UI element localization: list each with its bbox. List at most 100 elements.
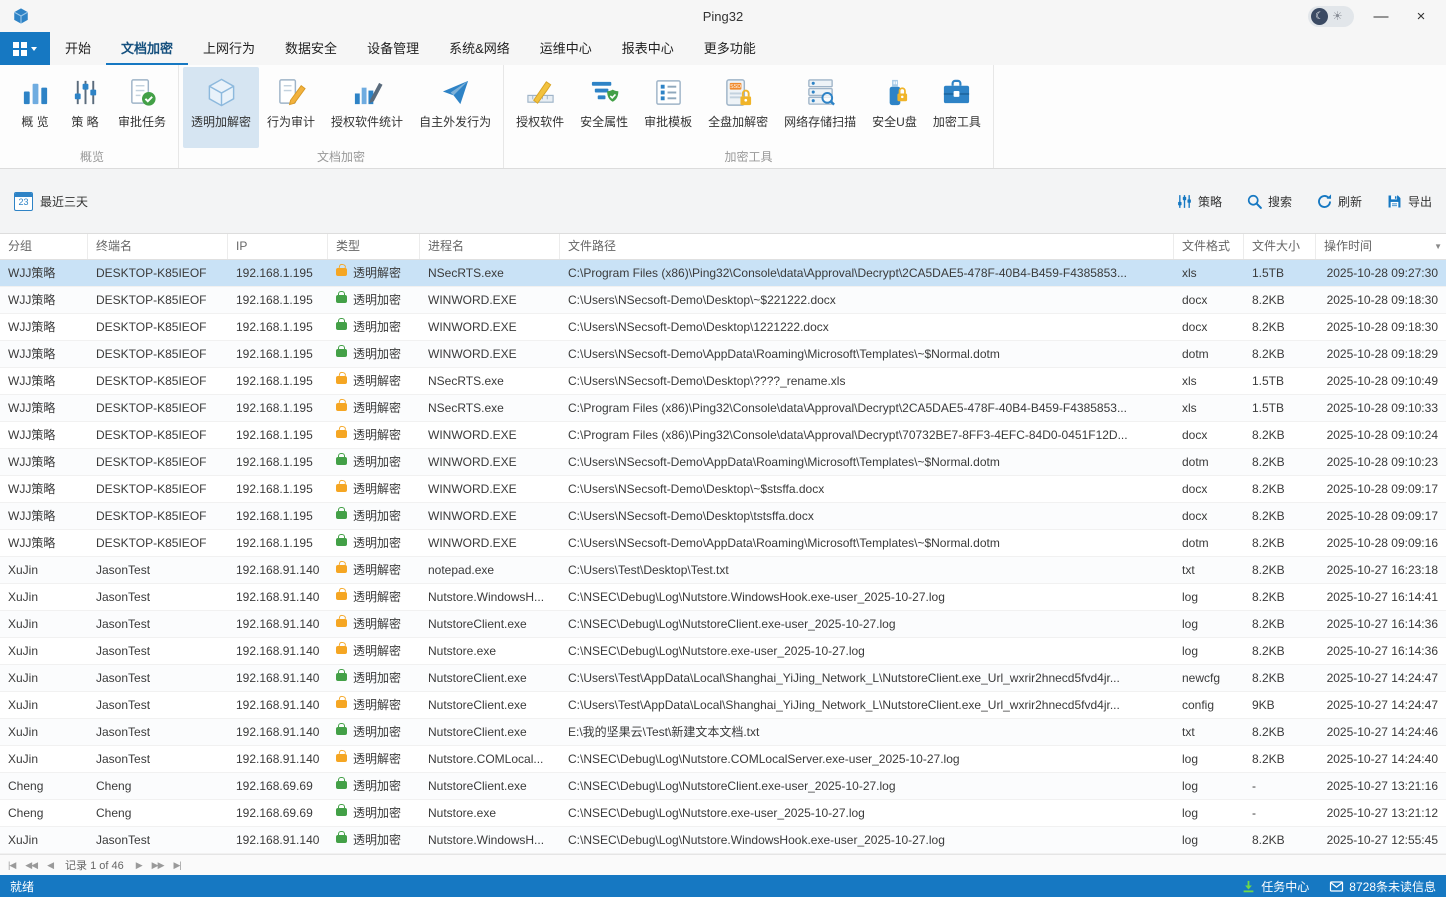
date-range-filter[interactable]: 23 最近三天: [14, 192, 88, 211]
cell-terminal: JasonTest: [88, 692, 228, 718]
ribbon-button-policy[interactable]: 策 略: [60, 67, 110, 148]
cell-terminal: DESKTOP-K85IEOF: [88, 422, 228, 448]
ribbon-button-network-scan[interactable]: 网络存储扫描: [776, 67, 864, 148]
table-row[interactable]: ChengCheng192.168.69.69透明加密NutstoreClien…: [0, 773, 1446, 800]
column-header-path[interactable]: 文件路径: [560, 234, 1174, 259]
ribbon-button-security-attr[interactable]: 安全属性: [572, 67, 636, 148]
next-fast-button[interactable]: ▶▶: [152, 860, 164, 871]
cell-terminal: Cheng: [88, 773, 228, 799]
table-row[interactable]: XuJinJasonTest192.168.91.140透明解密Nutstore…: [0, 638, 1446, 665]
cell-process: NutstoreClient.exe: [420, 692, 560, 718]
theme-toggle[interactable]: ☾ ☀: [1308, 6, 1354, 27]
cell-ip: 192.168.1.195: [228, 368, 328, 394]
column-menu-arrow-icon[interactable]: ▼: [1434, 234, 1442, 259]
refresh-button[interactable]: 刷新: [1316, 193, 1362, 210]
policy-button[interactable]: 策略: [1176, 193, 1222, 210]
table-row[interactable]: XuJinJasonTest192.168.91.140透明加密Nutstore…: [0, 719, 1446, 746]
export-icon: [1386, 193, 1403, 210]
prev-page-button[interactable]: ◀: [47, 860, 53, 871]
ribbon-button-crypto-tools[interactable]: 加密工具: [925, 67, 989, 148]
column-header-time[interactable]: 操作时间▼: [1316, 234, 1446, 259]
column-header-group[interactable]: 分组: [0, 234, 88, 259]
ribbon-button-label: 审批任务: [118, 113, 166, 130]
column-header-format[interactable]: 文件格式: [1174, 234, 1244, 259]
column-header-terminal[interactable]: 终端名: [88, 234, 228, 259]
table-row[interactable]: XuJinJasonTest192.168.91.140透明解密Nutstore…: [0, 584, 1446, 611]
cell-ip: 192.168.1.195: [228, 260, 328, 286]
table-row[interactable]: XuJinJasonTest192.168.91.140透明加密Nutstore…: [0, 665, 1446, 692]
tab-system-network[interactable]: 系统&网络: [434, 32, 525, 65]
task-center-button[interactable]: 任务中心: [1241, 878, 1309, 895]
table-row[interactable]: WJJ策略DESKTOP-K85IEOF192.168.1.195透明解密NSe…: [0, 260, 1446, 287]
table-row[interactable]: WJJ策略DESKTOP-K85IEOF192.168.1.195透明加密WIN…: [0, 287, 1446, 314]
lock-encrypt-icon: [336, 673, 347, 681]
table-row[interactable]: WJJ策略DESKTOP-K85IEOF192.168.1.195透明加密WIN…: [0, 314, 1446, 341]
cell-ip: 192.168.91.140: [228, 611, 328, 637]
table-row[interactable]: XuJinJasonTest192.168.91.140透明解密Nutstore…: [0, 611, 1446, 638]
first-page-button[interactable]: |◀: [8, 860, 15, 871]
unread-messages-button[interactable]: 8728条未读信息: [1329, 878, 1436, 895]
ribbon-button-authorized-stats[interactable]: 授权软件统计: [323, 67, 411, 148]
table-row[interactable]: WJJ策略DESKTOP-K85IEOF192.168.1.195透明加密WIN…: [0, 530, 1446, 557]
table-row[interactable]: WJJ策略DESKTOP-K85IEOF192.168.1.195透明解密WIN…: [0, 422, 1446, 449]
table-row[interactable]: WJJ策略DESKTOP-K85IEOF192.168.1.195透明解密NSe…: [0, 368, 1446, 395]
app-menu-button[interactable]: [0, 32, 50, 65]
authorized-software-icon: [523, 75, 557, 109]
cell-size: 8.2KB: [1244, 584, 1316, 610]
cell-path: C:\NSEC\Debug\Log\Nutstore.exe-user_2025…: [560, 800, 1174, 826]
record-count-label: 记录 1 of 46: [65, 857, 124, 873]
cell-process: NSecRTS.exe: [420, 260, 560, 286]
column-header-type[interactable]: 类型: [328, 234, 420, 259]
ribbon-button-behavior-audit[interactable]: 行为审计: [259, 67, 323, 148]
next-page-button[interactable]: ▶: [136, 860, 142, 871]
last-page-button[interactable]: ▶|: [174, 860, 181, 871]
table-row[interactable]: WJJ策略DESKTOP-K85IEOF192.168.1.195透明加密WIN…: [0, 341, 1446, 368]
export-button[interactable]: 导出: [1386, 193, 1432, 210]
table-row[interactable]: WJJ策略DESKTOP-K85IEOF192.168.1.195透明加密WIN…: [0, 449, 1446, 476]
table-row[interactable]: ChengCheng192.168.69.69透明加密Nutstore.exeC…: [0, 800, 1446, 827]
search-button[interactable]: 搜索: [1246, 193, 1292, 210]
minimize-button[interactable]: —: [1368, 8, 1394, 25]
table-row[interactable]: XuJinJasonTest192.168.91.140透明解密Nutstore…: [0, 746, 1446, 773]
tab-more-features[interactable]: 更多功能: [689, 32, 771, 65]
tab-web-behavior[interactable]: 上网行为: [188, 32, 270, 65]
cell-time: 2025-10-28 09:09:17: [1316, 503, 1446, 529]
tab-device-mgmt[interactable]: 设备管理: [352, 32, 434, 65]
cell-type: 透明加密: [328, 800, 420, 826]
ribbon-button-approval-task[interactable]: 审批任务: [110, 67, 174, 148]
ribbon-button-authorized-software[interactable]: 授权软件: [508, 67, 572, 148]
table-row[interactable]: XuJinJasonTest192.168.91.140透明解密Nutstore…: [0, 692, 1446, 719]
ribbon-button-overview[interactable]: 概 览: [10, 67, 60, 148]
ribbon-button-outgoing-behavior[interactable]: 自主外发行为: [411, 67, 499, 148]
close-button[interactable]: ×: [1408, 8, 1434, 25]
prev-fast-button[interactable]: ◀◀: [25, 860, 37, 871]
cell-terminal: Cheng: [88, 800, 228, 826]
column-header-ip[interactable]: IP: [228, 234, 328, 259]
tab-start[interactable]: 开始: [50, 32, 106, 65]
cell-size: -: [1244, 800, 1316, 826]
table-row[interactable]: XuJinJasonTest192.168.91.140透明解密notepad.…: [0, 557, 1446, 584]
tab-doc-encrypt[interactable]: 文档加密: [106, 32, 188, 65]
cell-process: Nutstore.WindowsH...: [420, 584, 560, 610]
column-header-process[interactable]: 进程名: [420, 234, 560, 259]
column-header-size[interactable]: 文件大小: [1244, 234, 1316, 259]
secure-usb-icon: [877, 75, 911, 109]
tab-ops-center[interactable]: 运维中心: [525, 32, 607, 65]
ribbon-group-label: 加密工具: [508, 148, 989, 168]
table-row[interactable]: WJJ策略DESKTOP-K85IEOF192.168.1.195透明解密WIN…: [0, 476, 1446, 503]
ribbon-button-transparent-crypto[interactable]: 透明加解密: [183, 67, 259, 148]
cell-ip: 192.168.1.195: [228, 422, 328, 448]
tab-report-center[interactable]: 报表中心: [607, 32, 689, 65]
cell-path: C:\Program Files (x86)\Ping32\Console\da…: [560, 260, 1174, 286]
lock-encrypt-icon: [336, 835, 347, 843]
table-row[interactable]: WJJ策略DESKTOP-K85IEOF192.168.1.195透明解密NSe…: [0, 395, 1446, 422]
table-row[interactable]: XuJinJasonTest192.168.91.140透明加密Nutstore…: [0, 827, 1446, 854]
cell-type: 透明解密: [328, 260, 420, 286]
cell-group: WJJ策略: [0, 260, 88, 286]
tab-data-security[interactable]: 数据安全: [270, 32, 352, 65]
ribbon-button-approval-template[interactable]: 审批模板: [636, 67, 700, 148]
table-row[interactable]: WJJ策略DESKTOP-K85IEOF192.168.1.195透明加密WIN…: [0, 503, 1446, 530]
ribbon-button-secure-usb[interactable]: 安全U盘: [864, 67, 925, 148]
cell-type: 透明解密: [328, 746, 420, 772]
ribbon-button-fulldisk-crypto[interactable]: SSD全盘加解密: [700, 67, 776, 148]
